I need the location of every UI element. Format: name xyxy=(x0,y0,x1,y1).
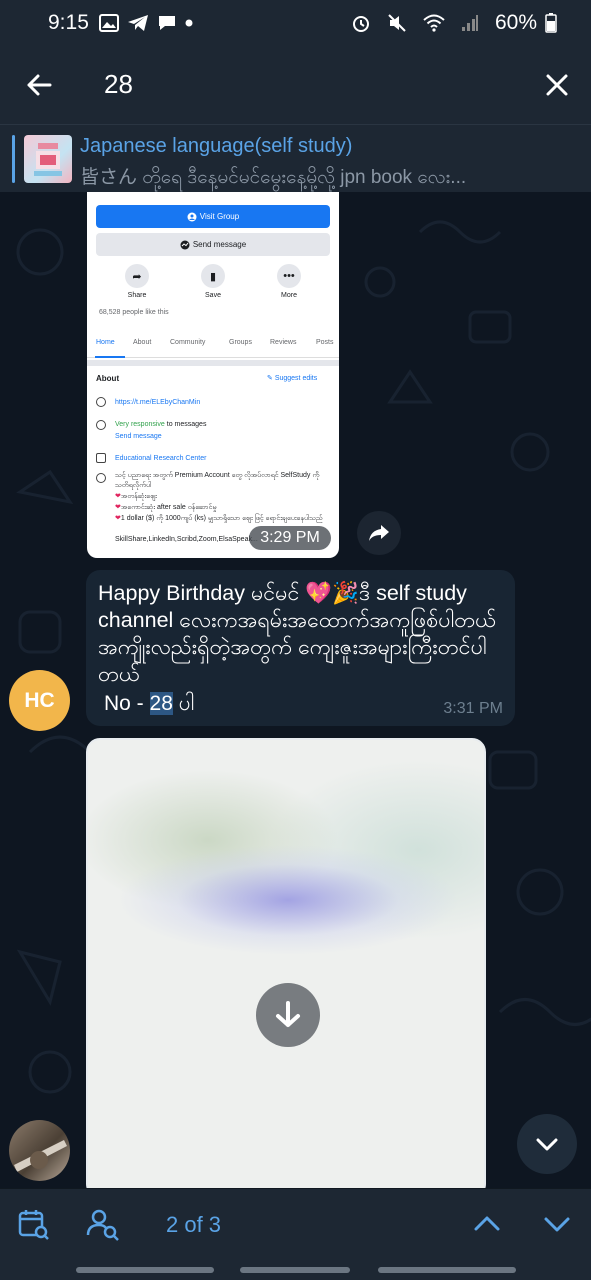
close-icon[interactable] xyxy=(540,68,574,102)
download-button[interactable] xyxy=(256,983,320,1047)
description-line-1: သင့် ပညာရေး အတွက် Premium Account တွေ လိ… xyxy=(115,472,320,489)
search-input[interactable] xyxy=(104,64,504,104)
tab-about: About xyxy=(133,339,152,346)
very-responsive-text: Very responsive xyxy=(115,421,165,428)
telegram-icon xyxy=(127,14,149,32)
scroll-down-button[interactable] xyxy=(517,1114,577,1174)
status-bar: 9:15 60% xyxy=(0,0,591,46)
battery-icon xyxy=(545,13,557,33)
chat-area[interactable]: Visit Group Send message ➦ Share ▮ Save … xyxy=(0,192,591,1188)
tab-posts: Posts xyxy=(316,339,334,346)
calendar-search-icon[interactable] xyxy=(16,1207,50,1241)
tab-underline xyxy=(95,356,125,358)
wifi-icon xyxy=(423,14,445,32)
visit-group-button: Visit Group xyxy=(96,205,330,228)
alarm-icon xyxy=(351,13,371,33)
tab-groups: Groups xyxy=(229,339,252,346)
website-link: https://t.me/ELEbyChanMin xyxy=(115,399,201,406)
to-messages-text: to messages xyxy=(164,421,207,428)
pinned-indicator xyxy=(12,135,15,183)
text-message-bubble[interactable]: Happy Birthday မင်မင် 💖🎉ဒီ self study ch… xyxy=(86,570,515,726)
share-action: ➦ Share xyxy=(107,264,167,299)
pinned-subtitle: 皆さん တို့ရေ ဒီနေ့မင်မင်မွေးနေ့မို့လို့ jp… xyxy=(80,167,467,188)
description-line-3-text: အကောင်းဆုံး after sale ဝန်ဆောင်မှု xyxy=(120,504,217,511)
about-heading: About xyxy=(96,374,120,383)
message-timestamp: 3:31 PM xyxy=(443,700,503,717)
responsiveness-row: Very responsive to messages xyxy=(115,420,330,430)
info-icon xyxy=(96,473,106,483)
tab-reviews: Reviews xyxy=(270,339,297,346)
screenshot-image-message[interactable]: Visit Group Send message ➦ Share ▮ Save … xyxy=(87,192,339,558)
globe-icon xyxy=(96,397,106,407)
suggest-edits-link: ✎ Suggest edits xyxy=(267,375,318,382)
description-line-4-text: 1 dollar ($) ကို 1000ကျပ် (ks) မျှသာရှိသ… xyxy=(120,515,323,522)
mute-icon xyxy=(387,13,407,33)
gallery-icon xyxy=(98,14,119,32)
battery-percent: 60% xyxy=(494,11,537,34)
number-prefix: No - xyxy=(104,692,150,715)
result-counter: 2 of 3 xyxy=(166,1212,222,1237)
download-arrow-icon xyxy=(276,1001,300,1027)
tab-community: Community xyxy=(170,339,206,346)
avatar-initials: HC xyxy=(24,688,55,712)
send-message-button: Send message xyxy=(96,233,330,256)
chevron-up-icon[interactable] xyxy=(470,1207,504,1241)
forward-icon[interactable] xyxy=(357,511,401,555)
image-timestamp: 3:29 PM xyxy=(249,526,331,550)
search-header xyxy=(0,46,591,124)
share-label: Share xyxy=(127,292,147,299)
nav-handle-center[interactable] xyxy=(240,1267,350,1273)
category-icon xyxy=(96,453,106,463)
description-line-2: ❤အတန်ဆုံးဈေး xyxy=(115,493,157,500)
blurred-image-message[interactable] xyxy=(86,738,486,1188)
description-line-4: ❤1 dollar ($) ကို 1000ကျပ် (ks) မျှသာရှိ… xyxy=(115,515,323,522)
chevron-down-icon[interactable] xyxy=(540,1207,574,1241)
search-navigation-bar: 2 of 3 xyxy=(0,1188,591,1260)
status-time: 9:15 xyxy=(48,11,89,34)
more-label: More xyxy=(281,292,297,299)
page-tabs: Home About Community Groups Reviews Post… xyxy=(87,330,339,358)
chat-icon xyxy=(157,14,177,32)
description-line-2-text: အတန်ဆုံးဈေး xyxy=(120,493,157,500)
send-message-link: Send message xyxy=(115,433,162,440)
dot-icon xyxy=(185,19,193,27)
send-message-label: Send message xyxy=(192,240,247,249)
user-search-icon[interactable] xyxy=(86,1207,120,1241)
description-line-3: ❤အကောင်းဆုံး after sale ဝန်ဆောင်မှု xyxy=(115,504,217,511)
nav-handle-right[interactable] xyxy=(378,1267,516,1273)
avatar[interactable]: HC xyxy=(9,670,70,731)
system-navigation-bar xyxy=(0,1260,591,1280)
more-action: ••• More xyxy=(259,264,319,299)
bookmark-icon: ▮ xyxy=(201,264,225,288)
visit-group-label: Visit Group xyxy=(199,212,240,221)
likes-count: 68,528 people like this xyxy=(99,309,169,316)
number-suffix: ပါ xyxy=(172,692,195,715)
back-arrow-icon[interactable] xyxy=(22,68,56,102)
share-icon: ➦ xyxy=(125,264,149,288)
message-number-line: No - 28 ပါ xyxy=(104,690,194,721)
section-divider xyxy=(87,360,339,366)
category-text: Educational Research Center xyxy=(115,455,207,462)
save-action: ▮ Save xyxy=(183,264,243,299)
avatar-photo[interactable] xyxy=(9,1120,70,1181)
messenger-icon xyxy=(96,420,106,430)
pinned-title: Japanese language(self study) xyxy=(80,135,353,157)
tab-home: Home xyxy=(96,339,115,346)
nav-handle-left[interactable] xyxy=(76,1267,214,1273)
search-highlight: 28 xyxy=(149,692,173,715)
chevron-down-icon xyxy=(536,1138,558,1151)
pinned-message[interactable]: Japanese language(self study) 皆さん တို့ရေ… xyxy=(0,124,591,192)
signal-icon xyxy=(461,14,479,32)
suggest-edits-label: Suggest edits xyxy=(274,375,318,382)
save-label: Save xyxy=(205,292,221,299)
pinned-thumbnail xyxy=(24,135,72,183)
more-dots-icon: ••• xyxy=(277,264,301,288)
message-text: Happy Birthday မင်မင် 💖🎉ဒီ self study ch… xyxy=(98,581,497,686)
